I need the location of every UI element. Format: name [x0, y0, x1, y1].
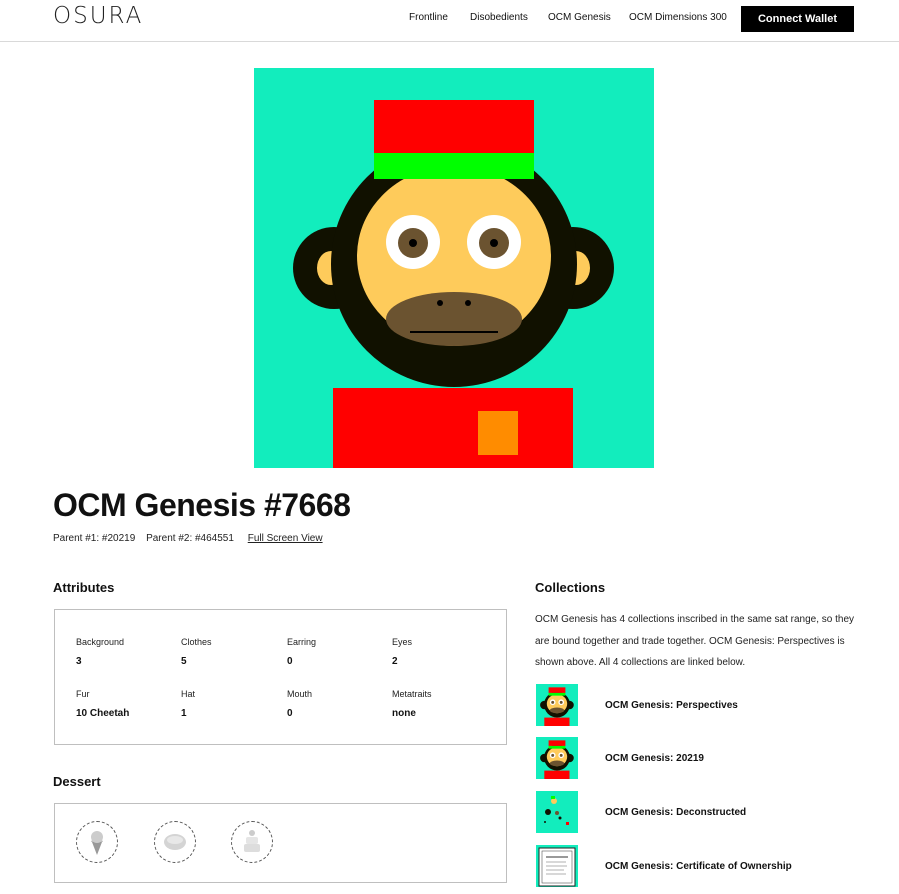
- dessert-heading: Dessert: [53, 774, 101, 789]
- attribute-value: 10 Cheetah: [76, 708, 130, 719]
- nav-link-frontline[interactable]: Frontline: [409, 12, 448, 23]
- attribute-value: none: [392, 708, 416, 719]
- collection-item-perspectives[interactable]: OCM Genesis: Perspectives: [536, 684, 876, 726]
- parent-2: Parent #2: #464551: [146, 533, 234, 544]
- attribute-value: 5: [181, 656, 187, 667]
- collection-item-deconstructed[interactable]: OCM Genesis: Deconstructed: [536, 791, 876, 833]
- cookie-icon: [164, 834, 186, 850]
- monkey-avatar-image: [254, 68, 654, 468]
- attribute-clothes: Clothes 5: [181, 637, 281, 667]
- dessert-panel: [54, 803, 507, 883]
- attribute-earring: Earring 0: [287, 637, 387, 667]
- collections-heading: Collections: [535, 580, 606, 595]
- attribute-label: Metatraits: [392, 689, 432, 699]
- attribute-label: Earring: [287, 637, 317, 647]
- collection-item-certificate[interactable]: OCM Genesis: Certificate of Ownership: [536, 845, 876, 887]
- attribute-label: Hat: [181, 689, 196, 699]
- attribute-metatraits: Metatraits none: [392, 689, 492, 719]
- attribute-label: Mouth: [287, 689, 313, 699]
- nav-link-ocm-genesis[interactable]: OCM Genesis: [548, 12, 611, 23]
- attribute-value: 1: [181, 708, 187, 719]
- nav-link-ocm-dimensions-300[interactable]: OCM Dimensions 300: [629, 12, 727, 23]
- attribute-eyes: Eyes 2: [392, 637, 492, 667]
- attribute-background: Background 3: [76, 637, 176, 667]
- collection-label: OCM Genesis: Certificate of Ownership: [605, 861, 792, 872]
- ice-cream-icon: [91, 831, 103, 855]
- parent-1: Parent #1: #20219: [53, 533, 136, 544]
- attribute-mouth: Mouth 0: [287, 689, 387, 719]
- collections-description: OCM Genesis has 4 collections inscribed …: [535, 614, 855, 668]
- parents-line: Parent #1: #20219 Parent #2: #464551 Ful…: [53, 533, 331, 544]
- full-screen-view-link[interactable]: Full Screen View: [248, 533, 323, 544]
- collection-label: OCM Genesis: 20219: [605, 753, 704, 764]
- attribute-value: 0: [287, 656, 293, 667]
- attribute-value: 2: [392, 656, 398, 667]
- attribute-label: Eyes: [392, 637, 413, 647]
- attributes-heading: Attributes: [53, 580, 115, 595]
- collection-label: OCM Genesis: Deconstructed: [605, 807, 747, 818]
- attribute-label: Fur: [76, 689, 90, 699]
- attribute-value: 0: [287, 708, 293, 719]
- nav-link-disobedients[interactable]: Disobedients: [470, 12, 528, 23]
- connect-wallet-button[interactable]: Connect Wallet: [741, 6, 854, 32]
- monkey-thumbnail: [536, 684, 578, 726]
- deconstructed-thumbnail: [536, 791, 578, 833]
- site-header: OSURA Frontline Disobedients OCM Genesis…: [0, 0, 899, 42]
- monkey-thumbnail: [536, 737, 578, 779]
- site-logo[interactable]: OSURA: [53, 3, 143, 29]
- attribute-label: Clothes: [181, 637, 212, 647]
- dessert-item[interactable]: [154, 821, 196, 863]
- collection-item-20219[interactable]: OCM Genesis: 20219: [536, 737, 876, 779]
- certificate-thumbnail: [536, 845, 578, 887]
- attributes-panel: Background 3 Clothes 5 Earring 0 Eyes 2 …: [54, 609, 507, 745]
- dessert-item[interactable]: [76, 821, 118, 863]
- attribute-value: 3: [76, 656, 82, 667]
- page-title: OCM Genesis #7668: [53, 487, 351, 523]
- attribute-fur: Fur 10 Cheetah: [76, 689, 176, 719]
- cake-icon: [244, 830, 260, 852]
- collection-label: OCM Genesis: Perspectives: [605, 700, 738, 711]
- dessert-item[interactable]: [231, 821, 273, 863]
- attribute-label: Background: [76, 637, 125, 647]
- attribute-hat: Hat 1: [181, 689, 281, 719]
